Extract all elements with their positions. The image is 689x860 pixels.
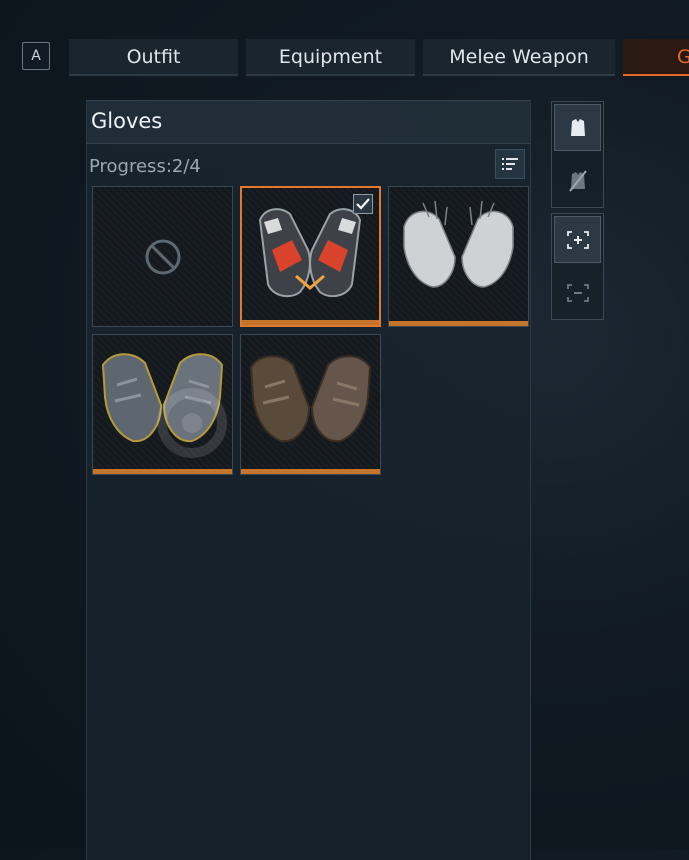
rarity-bar: [389, 321, 528, 326]
tab-equipment[interactable]: Equipment: [246, 39, 415, 76]
item-slot-none[interactable]: [92, 186, 233, 327]
zoom-out-button[interactable]: [554, 269, 601, 316]
panel-title: Gloves: [91, 109, 163, 133]
item-slot-tactical-gloves[interactable]: [240, 186, 381, 327]
item-slot-camo-gloves[interactable]: [92, 334, 233, 475]
view-toggle-group: [551, 101, 604, 208]
body-armor-icon: [570, 118, 585, 136]
tab-gloves[interactable]: G: [623, 39, 689, 76]
zoom-in-button[interactable]: [554, 216, 601, 263]
collection-progress: Progress:2/4: [89, 156, 201, 177]
panel-header: Gloves: [87, 100, 530, 144]
list-sort-icon: [502, 158, 518, 170]
no-item-icon: [145, 239, 181, 275]
rarity-bar: [241, 469, 380, 474]
leather-gloves-brown-icon: [249, 355, 372, 443]
equipped-check: [353, 194, 373, 214]
camo-gloves-gray-icon: [101, 353, 224, 443]
gloves-panel: Gloves Progress:2/4: [86, 100, 531, 860]
item-slot-bare-hands[interactable]: [388, 186, 529, 327]
bare-hands-icon: [403, 200, 514, 288]
rarity-bar: [242, 320, 379, 325]
item-slot-leather-gloves[interactable]: [240, 334, 381, 475]
zoom-group: [551, 213, 604, 320]
checkmark-icon: [356, 198, 370, 210]
sort-button[interactable]: [495, 149, 525, 179]
show-armor-button[interactable]: [554, 104, 601, 151]
armor-hidden-icon: [568, 169, 587, 192]
zoom-out-icon: [566, 283, 589, 302]
tab-outfit[interactable]: Outfit: [69, 39, 238, 76]
tab-melee-weapon[interactable]: Melee Weapon: [423, 39, 615, 76]
rarity-bar: [93, 469, 232, 474]
zoom-in-icon: [566, 230, 589, 249]
keybind-hint-a: A: [22, 42, 50, 70]
hide-armor-button[interactable]: [554, 157, 601, 204]
